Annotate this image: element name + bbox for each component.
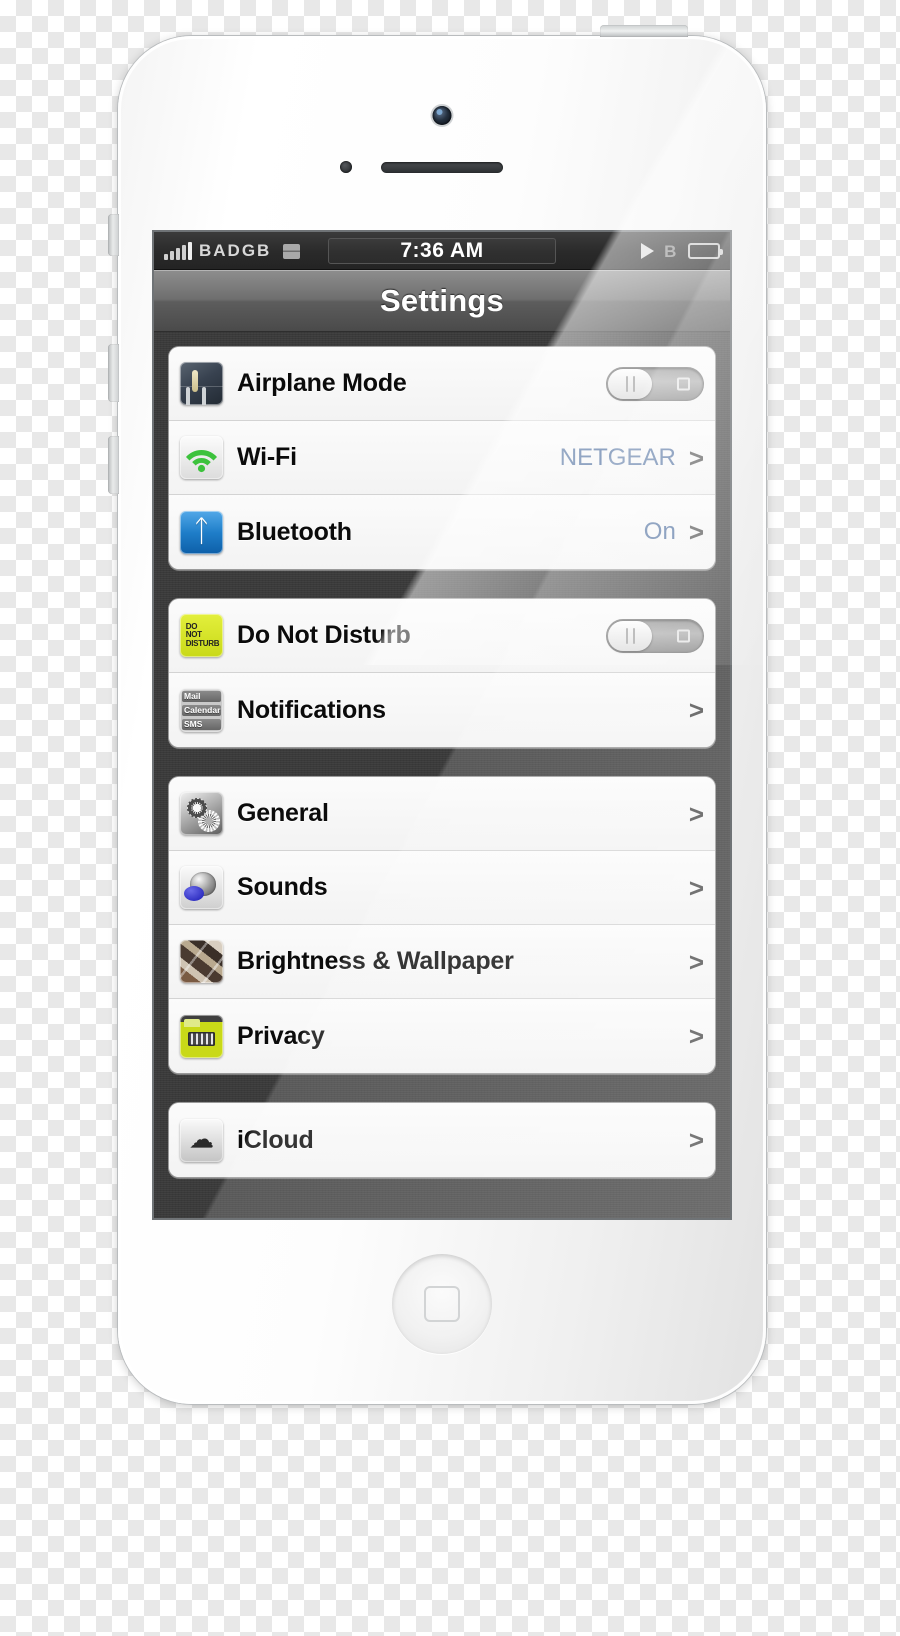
wifi-icon xyxy=(180,436,223,479)
row-label: Privacy xyxy=(237,1021,325,1050)
chevron-right-icon: > xyxy=(688,1125,704,1155)
privacy-icon xyxy=(180,1014,223,1058)
icloud-icon: ☁ xyxy=(180,1118,223,1162)
status-bar-right-group: B xyxy=(641,241,723,261)
settings-row-privacy[interactable]: Privacy > xyxy=(169,999,715,1073)
row-accessory: > xyxy=(689,949,704,975)
volume-up-button[interactable] xyxy=(108,344,119,402)
notif-icon-line-sms: SMS xyxy=(182,718,221,730)
chevron-right-icon: > xyxy=(688,1021,704,1051)
settings-row-general[interactable]: General > xyxy=(169,777,715,851)
settings-group-connectivity: Airplane Mode Wi-Fi NETGEAR > ᛏ Bluetoot… xyxy=(168,346,716,570)
settings-row-do-not-disturb[interactable]: DO NOT DISTURB Do Not Disturb xyxy=(169,599,715,673)
front-camera-icon xyxy=(432,106,452,125)
chevron-right-icon: > xyxy=(688,695,704,725)
bluetooth-status-icon: B xyxy=(664,241,678,261)
do-not-disturb-toggle[interactable] xyxy=(606,618,704,653)
row-label: Sounds xyxy=(237,873,328,901)
screenshot-canvas: BADGB 7:36 AM B Settings Airplane Mode W… xyxy=(0,0,900,1636)
home-button[interactable] xyxy=(392,1254,492,1354)
silent-switch[interactable] xyxy=(108,214,119,256)
phone-screen: BADGB 7:36 AM B Settings Airplane Mode W… xyxy=(154,232,730,1218)
bluetooth-state-value: On xyxy=(643,518,676,545)
chevron-right-icon: > xyxy=(688,442,704,473)
network-badge-icon xyxy=(283,243,301,259)
toggle-off-marker xyxy=(677,629,690,642)
row-label: Airplane Mode xyxy=(237,369,407,397)
row-accessory: On > xyxy=(644,518,704,546)
iphone-device-frame: BADGB 7:36 AM B Settings Airplane Mode W… xyxy=(108,25,772,1409)
row-accessory xyxy=(606,618,704,653)
bluetooth-glyph: ᛏ xyxy=(192,515,211,548)
settings-row-notifications[interactable]: Mail Calendar SMS Notifications > xyxy=(169,673,715,747)
settings-row-icloud[interactable]: ☁ iCloud > xyxy=(169,1103,715,1177)
toggle-knob xyxy=(608,368,652,399)
battery-icon xyxy=(688,243,723,259)
proximity-sensor-icon xyxy=(340,161,352,173)
toggle-knob xyxy=(608,620,652,651)
earpiece-speaker xyxy=(381,162,503,173)
airplane-mode-toggle[interactable] xyxy=(606,366,704,401)
row-label: Brightness & Wallpaper xyxy=(237,947,514,975)
toggle-off-marker xyxy=(677,377,690,390)
power-button[interactable] xyxy=(600,25,688,37)
row-label: iCloud xyxy=(237,1125,314,1154)
row-label: Bluetooth xyxy=(237,517,352,546)
notif-icon-line-mail: Mail xyxy=(182,690,221,702)
signal-strength-icon xyxy=(164,242,192,260)
general-icon xyxy=(180,792,223,835)
chevron-right-icon: > xyxy=(688,946,704,977)
row-accessory: > xyxy=(689,1127,704,1153)
chevron-right-icon: > xyxy=(688,798,704,829)
settings-row-airplane-mode[interactable]: Airplane Mode xyxy=(169,347,715,421)
row-label: General xyxy=(237,799,329,827)
dnd-icon-text: DO NOT DISTURB xyxy=(185,621,220,648)
settings-group-device: General > Sounds > Brightness & Wallpape… xyxy=(168,776,716,1074)
settings-row-wifi[interactable]: Wi-Fi NETGEAR > xyxy=(169,421,715,495)
chevron-right-icon: > xyxy=(688,517,704,547)
play-icon xyxy=(641,243,655,259)
row-accessory: > xyxy=(689,697,704,723)
bluetooth-icon: ᛏ xyxy=(180,510,223,554)
notifications-icon: Mail Calendar SMS xyxy=(180,688,223,732)
navigation-bar: Settings xyxy=(154,270,730,332)
settings-group-accounts: ☁ iCloud > xyxy=(168,1102,716,1178)
status-bar: BADGB 7:36 AM B xyxy=(154,232,730,270)
chevron-right-icon: > xyxy=(688,872,704,903)
row-accessory: > xyxy=(689,801,704,827)
airplane-mode-icon xyxy=(180,362,223,405)
page-title: Settings xyxy=(380,282,504,318)
row-label: Notifications xyxy=(237,695,386,724)
volume-down-button[interactable] xyxy=(108,436,119,494)
clock-label: 7:36 AM xyxy=(400,239,484,262)
row-accessory: > xyxy=(689,1023,704,1049)
wifi-network-value: NETGEAR xyxy=(559,443,676,471)
row-label: Wi-Fi xyxy=(237,443,297,471)
sounds-icon xyxy=(180,866,223,909)
row-accessory: > xyxy=(689,875,704,901)
carrier-label: BADGB xyxy=(199,241,272,260)
notif-icon-line-calendar: Calendar xyxy=(182,704,221,716)
row-label: Do Not Disturb xyxy=(237,621,411,649)
icloud-glyph: ☁ xyxy=(189,1125,214,1154)
settings-table-view[interactable]: Airplane Mode Wi-Fi NETGEAR > ᛏ Bluetoot… xyxy=(154,332,730,1218)
settings-row-bluetooth[interactable]: ᛏ Bluetooth On > xyxy=(169,495,715,569)
settings-group-notifications: DO NOT DISTURB Do Not Disturb Mail Calen… xyxy=(168,598,716,748)
do-not-disturb-icon: DO NOT DISTURB xyxy=(180,614,223,657)
row-accessory: NETGEAR > xyxy=(560,444,704,472)
status-time-container: 7:36 AM xyxy=(328,238,556,264)
settings-row-brightness-wallpaper[interactable]: Brightness & Wallpaper > xyxy=(169,925,715,999)
settings-row-sounds[interactable]: Sounds > xyxy=(169,851,715,925)
row-accessory xyxy=(606,366,704,401)
brightness-wallpaper-icon xyxy=(180,940,223,983)
